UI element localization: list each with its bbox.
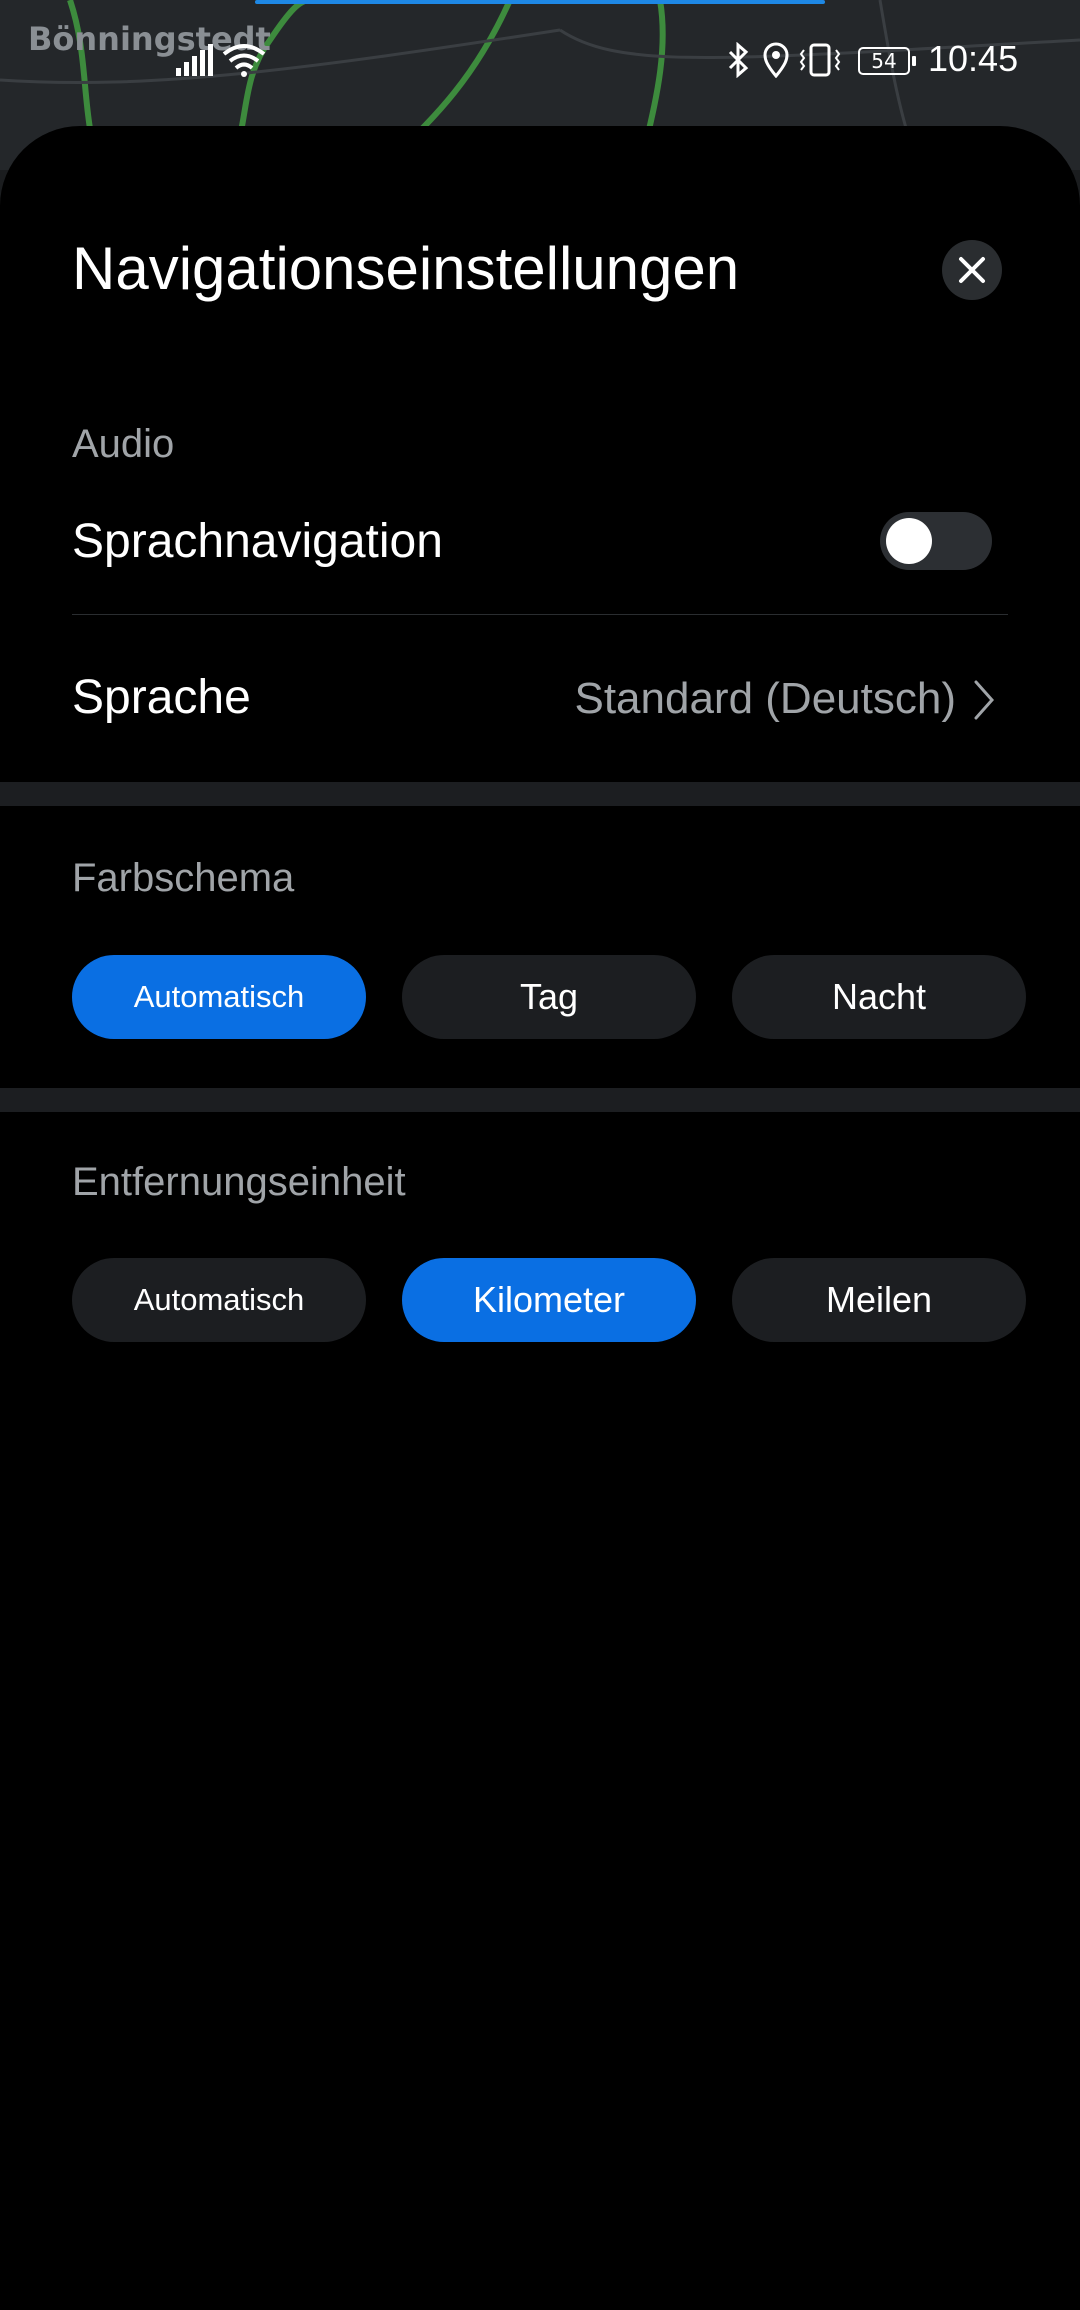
distance-unit-option-miles[interactable]: Meilen (732, 1258, 1026, 1342)
voice-navigation-toggle[interactable] (880, 512, 992, 570)
distance-unit-section-label: Entfernungseinheit (72, 1160, 406, 1204)
navigation-settings-sheet: Navigationseinstellungen Audio Sprachnav… (0, 126, 1080, 2310)
toggle-knob (886, 518, 932, 564)
signal-icon (174, 44, 214, 82)
divider (72, 614, 1008, 615)
distance-unit-option-kilometer[interactable]: Kilometer (402, 1258, 696, 1342)
color-scheme-option-night[interactable]: Nacht (732, 955, 1026, 1039)
battery-icon: 54 (858, 47, 916, 75)
color-scheme-section-label: Farbschema (72, 856, 295, 900)
voice-navigation-row[interactable]: Sprachnavigation (72, 514, 443, 569)
language-row[interactable]: Sprache (72, 670, 251, 725)
language-value[interactable]: Standard (Deutsch) (574, 674, 956, 724)
section-separator (0, 782, 1080, 806)
audio-section-label: Audio (72, 422, 175, 466)
screen: Bönningstedt 54 10:45 Navigationseinstel… (0, 0, 1080, 2310)
wifi-icon (222, 42, 266, 82)
color-scheme-option-automatic[interactable]: Automatisch (72, 955, 366, 1039)
status-bar: 54 10:45 (0, 0, 1080, 125)
bluetooth-icon (726, 41, 752, 82)
location-icon (762, 42, 790, 82)
close-button[interactable] (942, 240, 1002, 300)
section-separator (0, 1088, 1080, 1112)
chevron-right-icon (972, 678, 996, 726)
sheet-title: Navigationseinstellungen (72, 235, 740, 302)
close-icon (959, 257, 985, 283)
distance-unit-option-automatic[interactable]: Automatisch (72, 1258, 366, 1342)
color-scheme-option-day[interactable]: Tag (402, 955, 696, 1039)
vibrate-icon (798, 42, 842, 82)
status-time: 10:45 (928, 38, 1019, 79)
